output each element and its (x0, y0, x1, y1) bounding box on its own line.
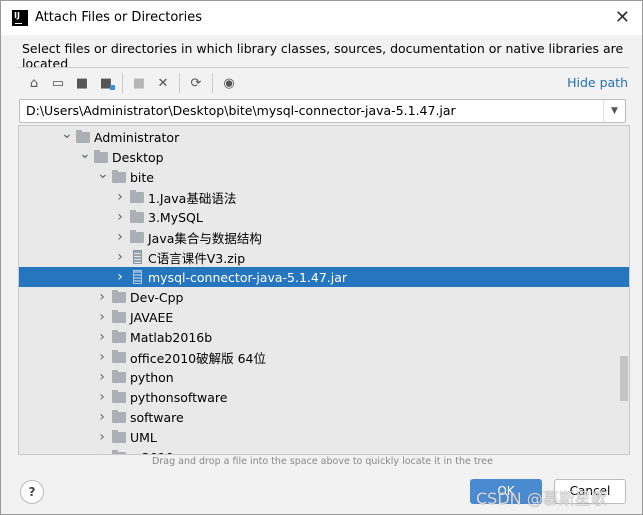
folder-icon (112, 349, 126, 363)
tree-item-label: C语言课件V3.zip (148, 250, 246, 266)
chevron-down-icon[interactable]: ⌄ (97, 166, 109, 182)
chevron-right-icon[interactable]: › (97, 429, 107, 445)
chevron-right-icon[interactable]: › (115, 209, 125, 225)
tree-item[interactable]: › 3.MySQL (19, 207, 629, 227)
home-icon[interactable]: ⌂ (23, 73, 45, 93)
toolbar-separator (122, 73, 123, 93)
chevron-down-icon[interactable]: ▼ (603, 100, 625, 122)
attach-files-dialog: IJ Attach Files or Directories ✕ Select … (0, 0, 643, 515)
folder-icon (112, 169, 126, 183)
chevron-down-icon[interactable]: ⌄ (61, 126, 73, 142)
tree-item-label: Desktop (112, 149, 164, 165)
tree-item-label: pythonsoftware (130, 389, 228, 405)
tree-item-label: Dev-Cpp (130, 289, 184, 305)
tree-item-label: ...2010 (130, 450, 174, 455)
folder-icon (130, 229, 144, 243)
folder-icon (112, 289, 126, 303)
toolbar-separator (212, 73, 213, 93)
tree-scrollbar[interactable] (620, 356, 628, 401)
folder-icon (112, 389, 126, 403)
tree-item[interactable]: › ...2010 (19, 447, 629, 455)
chevron-right-icon[interactable]: › (97, 389, 107, 405)
tree-item-label: office2010破解版 64位 (130, 350, 266, 366)
tree-item[interactable]: › Dev-Cpp (19, 287, 629, 307)
tree-item[interactable]: › Matlab2016b (19, 327, 629, 347)
help-button[interactable]: ? (20, 480, 44, 504)
drag-drop-hint: Drag and drop a file into the space abov… (152, 456, 493, 467)
tree-item-label: 1.Java基础语法 (148, 190, 237, 206)
tree-item[interactable]: › pythonsoftware (19, 387, 629, 407)
tree-item-label: Matlab2016b (130, 329, 213, 345)
chevron-down-icon[interactable]: ⌄ (79, 146, 91, 162)
tree-item[interactable]: › office2010破解版 64位 (19, 347, 629, 367)
toolbar: ⌂ ▭ ■ ■ ■ ✕ ⟳ ◉ (23, 73, 240, 93)
path-value: D:\Users\Administrator\Desktop\bite\mysq… (26, 103, 456, 118)
tree-item-label: UML (130, 429, 157, 445)
title-bar: IJ Attach Files or Directories ✕ (1, 1, 642, 35)
tree-item-label: Administrator (94, 129, 180, 145)
chevron-right-icon[interactable]: › (97, 349, 107, 365)
folder-icon (112, 329, 126, 343)
chevron-right-icon[interactable]: › (97, 329, 107, 345)
delete-icon[interactable]: ✕ (152, 73, 174, 93)
dialog-title: Attach Files or Directories (35, 10, 203, 25)
tree-item[interactable]: › mysql-connector-java-5.1.47.jar (19, 267, 629, 287)
folder-icon (112, 369, 126, 383)
divider (17, 67, 629, 68)
tree-item-label: Java集合与数据结构 (148, 230, 262, 246)
chevron-right-icon[interactable]: › (115, 189, 125, 205)
new-folder-icon[interactable]: ■ (128, 73, 150, 93)
chevron-right-icon[interactable]: › (97, 289, 107, 305)
chevron-right-icon[interactable]: › (97, 449, 107, 454)
folder-icon (112, 309, 126, 323)
folder-icon (130, 189, 144, 203)
tree-item[interactable]: › software (19, 407, 629, 427)
tree-item[interactable]: › Java集合与数据结构 (19, 227, 629, 247)
archive-icon (133, 270, 142, 284)
chevron-right-icon[interactable]: › (97, 369, 107, 385)
folder-icon (76, 129, 90, 143)
tree-item-label: mysql-connector-java-5.1.47.jar (148, 269, 348, 285)
refresh-icon[interactable]: ⟳ (185, 73, 207, 93)
tree-item-label: JAVAEE (130, 309, 174, 325)
tree-item[interactable]: ⌄ Administrator (19, 126, 629, 147)
chevron-right-icon[interactable]: › (97, 309, 107, 325)
show-hidden-icon[interactable]: ◉ (218, 73, 240, 93)
chevron-right-icon[interactable]: › (115, 229, 125, 245)
chevron-right-icon[interactable]: › (115, 249, 125, 265)
folder-icon (94, 149, 108, 163)
tree-item-label: software (130, 409, 184, 425)
path-input[interactable]: D:\Users\Administrator\Desktop\bite\mysq… (19, 99, 626, 123)
file-tree[interactable]: › ...2010 › UML › software › pythonsoftware › pyt… (18, 125, 630, 455)
hide-path-link[interactable]: Hide path (567, 75, 628, 90)
tree-item-label: python (130, 369, 174, 385)
desktop-icon[interactable]: ▭ (47, 73, 69, 93)
tree-item[interactable]: › 1.Java基础语法 (19, 187, 629, 207)
chevron-right-icon[interactable]: › (97, 409, 107, 425)
tree-item[interactable]: › UML (19, 427, 629, 447)
module-folder-icon[interactable]: ■ (95, 73, 117, 93)
tree-item-label: 3.MySQL (148, 209, 203, 225)
archive-icon (133, 250, 142, 264)
close-icon[interactable]: ✕ (615, 7, 630, 28)
tree-item[interactable]: › JAVAEE (19, 307, 629, 327)
toolbar-separator (179, 73, 180, 93)
tree-item[interactable]: › C语言课件V3.zip (19, 247, 629, 267)
folder-icon (130, 209, 144, 223)
watermark: CSDN @慕斯星歌 (476, 489, 607, 508)
project-folder-icon[interactable]: ■ (71, 73, 93, 93)
folder-icon (112, 429, 126, 443)
tree-item-label: bite (130, 169, 154, 185)
chevron-right-icon[interactable]: › (115, 269, 125, 285)
folder-icon (112, 409, 126, 423)
tree-item[interactable]: ⌄ Desktop (19, 146, 629, 167)
intellij-logo-icon: IJ (12, 10, 28, 26)
folder-icon (112, 449, 126, 454)
tree-item[interactable]: › python (19, 367, 629, 387)
tree-item[interactable]: ⌄ bite (19, 166, 629, 187)
